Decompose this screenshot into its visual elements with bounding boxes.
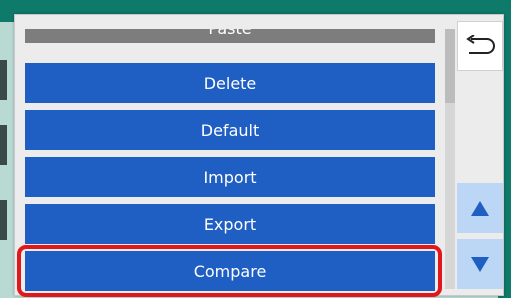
scrollbar-thumb[interactable] [445,29,455,103]
menu-item-compare[interactable]: Compare [25,251,435,291]
back-button[interactable] [457,21,503,71]
menu-item-label: Import [203,167,257,187]
scroll-down-button[interactable] [457,239,503,289]
return-arrow-icon [466,35,495,54]
background-app-element [0,200,7,240]
menu-item-default[interactable]: Default [25,110,435,150]
menu-item-delete[interactable]: Delete [25,63,435,103]
menu-scrollbar[interactable] [445,29,455,289]
menu-item-label: Compare [193,261,267,281]
menu-item-label: Delete [203,73,257,93]
menu-item-import[interactable]: Import [25,157,435,197]
menu-item-label: Paste [208,29,251,38]
scroll-up-button[interactable] [457,183,503,233]
menu-item-label: Export [203,214,257,234]
menu-item-export[interactable]: Export [25,204,435,244]
menu-item-label: Default [200,120,260,140]
triangle-up-icon [471,200,489,216]
menu-item-paste[interactable]: Paste [25,29,435,43]
background-app-element [0,60,7,100]
context-menu-panel: Paste Delete Default Import Export Compa… [14,14,504,297]
background-app-element [0,125,7,165]
triangle-down-icon [471,256,489,272]
